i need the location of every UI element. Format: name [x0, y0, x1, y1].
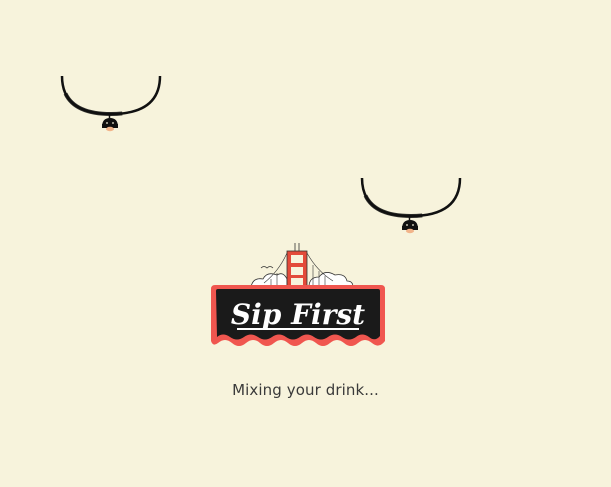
- hanging-swing-icon: [360, 177, 462, 234]
- loading-status-text: Mixing your drink...: [232, 381, 379, 399]
- bat-figure-icon: [402, 220, 418, 234]
- sip-first-logo: Sip First: [211, 243, 385, 346]
- golden-gate-bridge-icon: [286, 243, 308, 288]
- bat-figure-icon: [102, 118, 118, 132]
- logo-text: Sip First: [231, 298, 365, 331]
- hanging-swing-icon: [60, 75, 162, 132]
